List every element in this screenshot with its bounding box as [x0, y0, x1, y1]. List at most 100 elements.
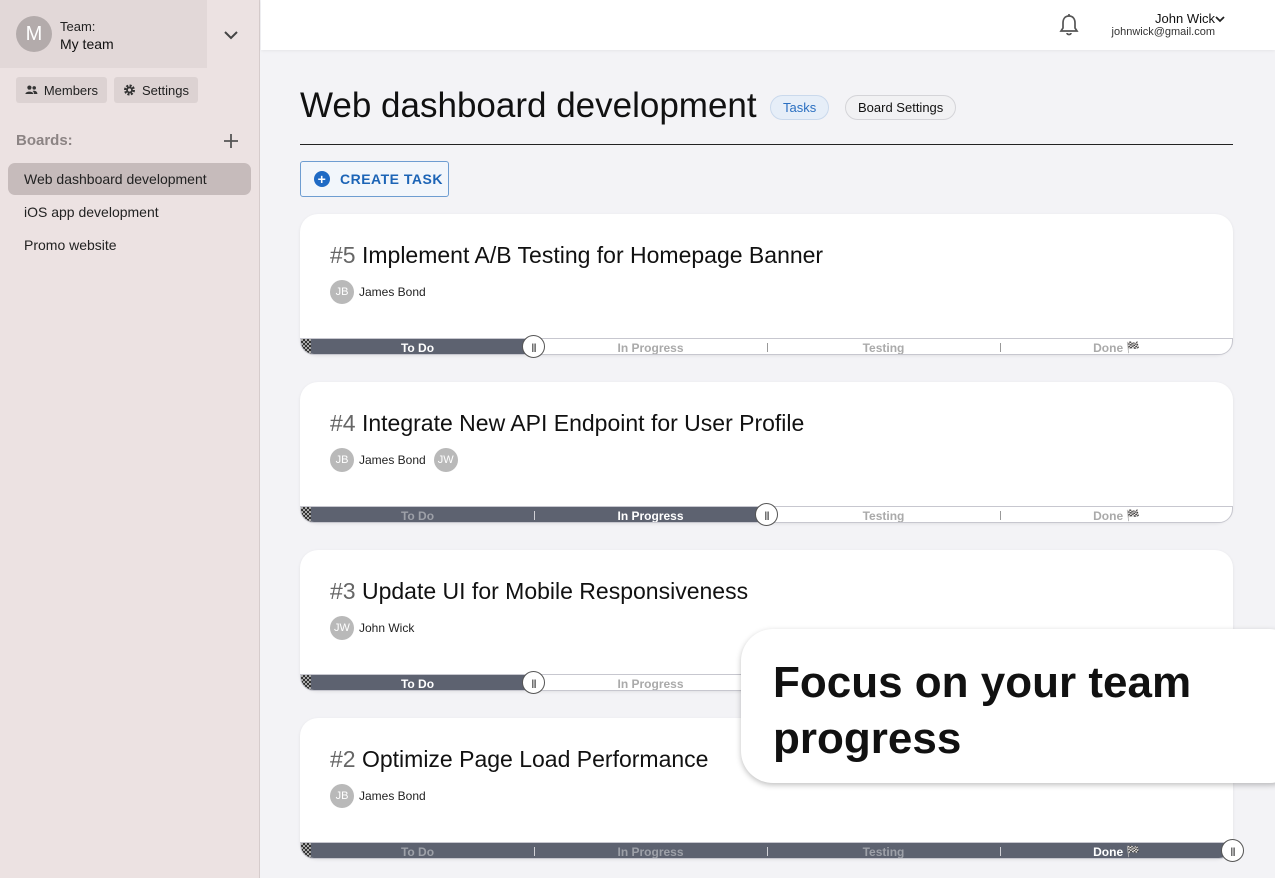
drag-handle-icon[interactable]: |||	[1221, 839, 1244, 862]
stage-separator	[767, 847, 768, 856]
task-card[interactable]: #4 Integrate New API Endpoint for User P…	[300, 382, 1233, 526]
user-email: johnwick@gmail.com	[1111, 26, 1215, 38]
stage-label[interactable]: Done🏁	[1000, 507, 1232, 523]
drag-handle-icon[interactable]: |||	[522, 335, 545, 358]
team-avatar: M	[16, 16, 52, 52]
stage-label-text: To Do	[400, 508, 435, 523]
stage-label[interactable]: Done🏁	[1000, 843, 1232, 859]
avatar: JW	[433, 448, 458, 472]
avatar: JB	[330, 448, 354, 472]
gear-icon	[124, 84, 135, 96]
settings-label: Settings	[142, 82, 189, 98]
task-number: #5	[330, 242, 356, 268]
stage-label[interactable]: To Do	[301, 339, 534, 355]
stage-separator	[1000, 511, 1001, 520]
top-bar: John Wick johnwick@gmail.com	[261, 0, 1275, 50]
members-label: Members	[43, 82, 98, 98]
task-title: #2 Optimize Page Load Performance	[330, 746, 708, 773]
checkered-flag-icon: 🏁	[1126, 342, 1140, 354]
team-name: My team	[60, 36, 114, 52]
stage-label-text: To Do	[400, 676, 435, 691]
assignee-name: John Wick	[359, 621, 415, 635]
assignee-name: James Bond	[359, 453, 426, 467]
board-item-promo-website[interactable]: Promo website	[8, 229, 251, 261]
avatar: JW	[330, 616, 354, 640]
task-title-text: Integrate New API Endpoint for User Prof…	[361, 410, 805, 436]
stage-label[interactable]: Testing	[767, 843, 1000, 859]
board-item-ios-app[interactable]: iOS app development	[8, 196, 251, 228]
stage-separator	[534, 511, 535, 520]
boards-heading: Boards:	[16, 132, 73, 149]
avatar: JB	[330, 784, 354, 808]
track-background: To Do In Progress Testing Done🏁	[300, 338, 1233, 355]
stage-label[interactable]: To Do	[301, 507, 534, 523]
stage-label-text: Testing	[862, 340, 905, 355]
tab-board-settings[interactable]: Board Settings	[845, 95, 957, 120]
task-number: #4	[330, 410, 356, 436]
create-task-button[interactable]: + CREATE TASK	[300, 161, 449, 197]
stage-label[interactable]: In Progress	[534, 675, 767, 691]
avatar: JB	[330, 280, 354, 304]
stage-label-text: Testing	[862, 508, 905, 523]
task-title-text: Update UI for Mobile Responsiveness	[361, 578, 749, 604]
stage-label-text: In Progress	[617, 676, 684, 691]
stage-label-text: Done	[1093, 844, 1124, 859]
stage-label[interactable]: Testing	[767, 507, 1000, 523]
stage-label-text: To Do	[400, 844, 435, 859]
task-title-text: Optimize Page Load Performance	[361, 746, 709, 772]
stage-progress-track[interactable]: To Do In Progress Testing Done🏁 |||	[300, 335, 1233, 358]
track-background: To Do In Progress Testing Done🏁	[300, 842, 1233, 859]
task-assignees: JB James Bond JW	[330, 448, 458, 472]
task-card[interactable]: #5 Implement A/B Testing for Homepage Ba…	[300, 214, 1233, 358]
page-title: Web dashboard development	[300, 86, 757, 125]
task-title: #4 Integrate New API Endpoint for User P…	[330, 410, 804, 437]
task-assignees: JB James Bond	[330, 280, 429, 304]
drag-handle-icon[interactable]: |||	[755, 503, 778, 526]
board-item-web-dashboard[interactable]: Web dashboard development	[8, 163, 251, 195]
team-toggle-button[interactable]	[218, 22, 244, 48]
stage-label[interactable]: Testing	[767, 339, 1000, 355]
task-assignees: JW John Wick	[330, 616, 417, 640]
stage-label[interactable]: To Do	[301, 675, 534, 691]
task-title: #3 Update UI for Mobile Responsiveness	[330, 578, 748, 605]
stage-label-text: Testing	[862, 844, 905, 859]
create-task-label: CREATE TASK	[340, 171, 443, 187]
stage-label-text: In Progress	[617, 844, 684, 859]
board-item-label: Web dashboard development	[24, 171, 207, 187]
people-icon	[25, 85, 38, 95]
header-divider	[300, 144, 1233, 145]
team-switcher[interactable]: M Team: My team	[0, 0, 207, 68]
team-label: Team:	[60, 19, 96, 34]
bell-icon[interactable]	[1058, 13, 1080, 37]
user-name[interactable]: John Wick	[1155, 11, 1215, 26]
plus-icon	[224, 134, 238, 148]
stage-progress-track[interactable]: To DoIn ProgressTestingDone🏁|||	[300, 839, 1244, 862]
chevron-down-icon	[224, 30, 238, 39]
stage-separator	[767, 343, 768, 352]
stage-label-text: To Do	[400, 340, 435, 355]
drag-handle-icon[interactable]: |||	[522, 671, 545, 694]
board-item-label: Promo website	[24, 237, 117, 253]
stage-progress-track[interactable]: To Do In Progress Testing Done🏁 |||	[300, 503, 1233, 526]
stage-label[interactable]: To Do	[301, 843, 534, 859]
stage-separator	[534, 847, 535, 856]
checkered-flag-icon: 🏁	[1126, 846, 1140, 858]
stage-label[interactable]: In Progress	[534, 339, 767, 355]
task-title: #5 Implement A/B Testing for Homepage Ba…	[330, 242, 823, 269]
sidebar: M Team: My team Members Settings Boards:…	[0, 0, 260, 878]
stage-separator	[1000, 847, 1001, 856]
members-button[interactable]: Members	[16, 77, 107, 103]
chevron-down-icon[interactable]	[1214, 13, 1226, 25]
stage-label[interactable]: Done🏁	[1000, 339, 1232, 355]
settings-button[interactable]: Settings	[114, 77, 198, 103]
assignee-name: James Bond	[359, 789, 426, 803]
promo-callout: Focus on your team progress	[741, 629, 1275, 783]
stage-label[interactable]: In Progress	[534, 507, 767, 523]
stage-label-text: In Progress	[617, 508, 684, 523]
stage-label-text: In Progress	[617, 340, 684, 355]
add-board-button[interactable]	[220, 130, 242, 152]
tab-tasks[interactable]: Tasks	[770, 95, 830, 120]
task-assignees: JB James Bond	[330, 784, 429, 808]
stage-label[interactable]: In Progress	[534, 843, 767, 859]
assignee-name: James Bond	[359, 285, 426, 299]
